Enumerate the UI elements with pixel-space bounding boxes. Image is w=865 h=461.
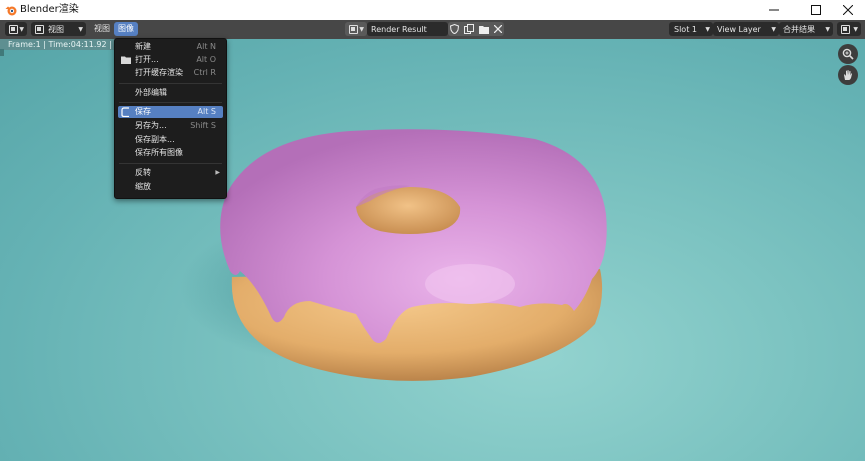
image-browse-icon xyxy=(349,24,358,34)
menu-item-invert[interactable]: 反转 ▶ xyxy=(118,167,223,179)
menu-view[interactable]: 视图 xyxy=(90,22,114,36)
zoom-button[interactable] xyxy=(838,44,858,64)
render-pass-dropdown[interactable]: 合并结果 ▼ xyxy=(779,22,833,36)
chevron-down-icon: ▼ xyxy=(853,25,858,33)
menu-item-shortcut: Ctrl R xyxy=(193,68,216,77)
submenu-arrow-icon: ▶ xyxy=(215,169,220,176)
duplicate-icon[interactable] xyxy=(464,24,475,34)
menu-item-label: 反转 xyxy=(135,168,151,177)
image-name-field[interactable]: Render Result xyxy=(367,22,448,36)
view-mode-icon xyxy=(35,24,44,34)
maximize-icon xyxy=(811,5,821,15)
minimize-icon xyxy=(769,9,779,11)
menu-item-resize[interactable]: 缩放 xyxy=(118,181,223,193)
menu-item-open-cached-render[interactable]: 打开缓存渲染 Ctrl R xyxy=(118,67,223,79)
close-icon xyxy=(843,5,853,15)
display-channels-icon xyxy=(841,24,850,34)
maximize-button[interactable] xyxy=(799,0,833,20)
menu-item-save-copy[interactable]: 保存副本... xyxy=(118,134,223,146)
menu-separator xyxy=(119,163,222,164)
image-editor-header: ▼ 视图 ▼ 视图 图像 ▼ Render Result Slot 1 ▼ Vi… xyxy=(0,20,865,39)
zoom-icon xyxy=(842,48,854,60)
window-title: Blender渲染 xyxy=(20,4,79,15)
menu-item-label: 打开缓存渲染 xyxy=(135,68,183,77)
menu-item-open[interactable]: 打开... Alt O xyxy=(118,54,223,66)
menu-item-edit-externally[interactable]: 外部编辑 xyxy=(118,87,223,99)
menu-item-label: 外部编辑 xyxy=(135,88,167,97)
view-mode-label: 视图 xyxy=(48,24,64,34)
menu-item-shortcut: Alt O xyxy=(196,55,216,64)
menu-item-label: 另存为... xyxy=(135,121,167,130)
image-actions xyxy=(448,22,504,36)
chevron-down-icon: ▼ xyxy=(78,25,83,33)
minimize-button[interactable] xyxy=(757,0,791,20)
image-editor-icon xyxy=(9,24,18,34)
blender-logo-icon xyxy=(5,6,17,16)
display-channels-dropdown[interactable]: ▼ xyxy=(837,22,861,36)
image-menu-dropdown: 新建 Alt N 打开... Alt O 打开缓存渲染 Ctrl R 外部编辑 … xyxy=(114,38,227,199)
menu-item-save-all-images[interactable]: 保存所有图像 xyxy=(118,147,223,159)
save-cursor-icon xyxy=(121,107,129,117)
slot-dropdown[interactable]: Slot 1 ▼ xyxy=(669,22,713,36)
menu-item-label: 保存副本... xyxy=(135,135,175,144)
view-layer-label: View Layer xyxy=(717,24,761,34)
toolbar-toggle-handle[interactable] xyxy=(0,49,4,56)
menu-separator xyxy=(119,83,222,84)
menu-item-shortcut: Alt S xyxy=(197,107,216,116)
menu-item-new[interactable]: 新建 Alt N xyxy=(118,41,223,53)
menu-item-label: 保存 xyxy=(135,107,151,116)
render-frame-info: Frame:1 | Time:04:11.92 | Mem xyxy=(0,39,130,50)
window-titlebar: Blender渲染 xyxy=(0,0,865,20)
chevron-down-icon: ▼ xyxy=(771,25,776,33)
chevron-down-icon: ▼ xyxy=(705,25,710,33)
chevron-down-icon: ▼ xyxy=(825,25,830,33)
menu-item-save[interactable]: 保存 Alt S xyxy=(118,106,223,118)
close-button[interactable] xyxy=(831,0,865,20)
menu-item-label: 打开... xyxy=(135,55,159,64)
menu-item-label: 缩放 xyxy=(135,182,151,191)
folder-icon[interactable] xyxy=(478,25,489,34)
menu-item-shortcut: Shift S xyxy=(190,121,216,130)
browse-image-dropdown[interactable]: ▼ xyxy=(345,22,367,36)
menu-item-shortcut: Alt N xyxy=(196,42,216,51)
hand-icon xyxy=(844,70,852,80)
menu-separator xyxy=(119,102,222,103)
editor-type-dropdown[interactable]: ▼ xyxy=(5,22,27,36)
shield-icon[interactable] xyxy=(450,24,460,34)
menu-image[interactable]: 图像 xyxy=(114,22,138,36)
chevron-down-icon: ▼ xyxy=(19,25,24,33)
chevron-down-icon: ▼ xyxy=(359,25,364,33)
image-name: Render Result xyxy=(371,24,427,34)
close-icon[interactable] xyxy=(493,25,502,33)
view-layer-dropdown[interactable]: View Layer ▼ xyxy=(713,22,779,36)
pan-button[interactable] xyxy=(838,65,858,85)
menu-item-label: 保存所有图像 xyxy=(135,148,183,157)
slot-label: Slot 1 xyxy=(674,24,697,34)
menu-item-save-as[interactable]: 另存为... Shift S xyxy=(118,120,223,132)
folder-icon xyxy=(121,56,131,64)
view-mode-dropdown[interactable]: 视图 ▼ xyxy=(31,22,86,36)
render-pass-label: 合并结果 xyxy=(783,24,815,34)
menu-item-label: 新建 xyxy=(135,42,151,51)
